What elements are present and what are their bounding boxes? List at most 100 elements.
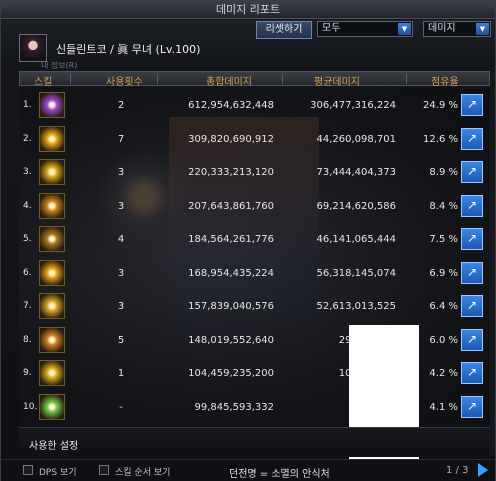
dungeon-name: 던전명 = 소멸의 안식처 — [229, 469, 330, 480]
filter-dropdown-value: 모두 — [322, 23, 341, 34]
chevron-down-icon: ▼ — [398, 23, 411, 35]
skill-icon — [39, 393, 65, 420]
table-row: 1. 2 612,954,632,448 306,477,316,224 24.9 % ↗ — [19, 90, 490, 121]
column-skill: 스킬 — [34, 77, 53, 88]
row-rank: 5. — [23, 234, 32, 244]
column-divider — [282, 74, 283, 84]
page-indicator: 1 / 3 — [446, 465, 469, 476]
row-avg-damage: 69,214,620,586 — [316, 200, 396, 212]
row-total-damage: 207,643,861,760 — [188, 200, 274, 212]
share-icon[interactable]: ↗ — [461, 362, 483, 384]
row-share: 6.4 % — [429, 301, 458, 312]
sort-dropdown[interactable]: 데미지 ▼ — [423, 21, 491, 37]
chevron-down-icon: ▼ — [476, 23, 489, 35]
column-share: 점유율 — [431, 77, 459, 88]
table-row: 4. 3 207,643,861,760 69,214,620,586 8.4 % ↗ — [19, 191, 490, 222]
column-divider — [157, 74, 158, 84]
row-total-damage: 612,954,632,448 — [188, 100, 274, 111]
damage-report-window: 데미지 리포트 신들린트코 / 眞 무녀 (Lv.100) 내 정보(R) 리셋… — [0, 0, 496, 481]
row-count: 3 — [117, 301, 125, 312]
skill-icon — [39, 326, 65, 353]
row-share: 8.4 % — [429, 200, 458, 212]
row-rank: 6. — [23, 267, 32, 278]
character-subtitle: 내 정보(R) — [41, 61, 78, 70]
sort-dropdown-value: 데미지 — [428, 23, 456, 34]
row-share: 7.5 % — [429, 234, 458, 245]
row-avg-damage: 73,444,404,373 — [316, 167, 396, 178]
row-total-damage: 157,839,040,576 — [188, 301, 274, 312]
share-icon[interactable]: ↗ — [461, 161, 483, 183]
character-header: 신들린트코 / 眞 무녀 (Lv.100) 내 정보(R) — [1, 20, 495, 70]
character-name: 신들린트코 / 眞 무녀 (Lv.100) — [56, 43, 201, 56]
table-header: 스킬 사용횟수 총합데미지 평균데미지 점유율 — [19, 71, 490, 88]
row-count: 3 — [117, 200, 125, 212]
share-icon[interactable]: ↗ — [461, 127, 483, 150]
row-share: 12.6 % — [423, 133, 458, 145]
damage-table: 1. 2 612,954,632,448 306,477,316,224 24.9 % ↗… — [19, 87, 490, 426]
filter-dropdown[interactable]: 모두 ▼ — [317, 21, 413, 37]
skill-icon — [39, 92, 65, 118]
row-total-damage: 184,564,261,776 — [188, 234, 274, 245]
table-row: 9.1104,459,235,200104,459,234.2 %↗ — [19, 358, 490, 389]
row-count: 4 — [117, 234, 125, 245]
row-rank: 10. — [23, 401, 38, 412]
row-share: 8.9 % — [429, 167, 458, 178]
skill-icon — [39, 125, 65, 152]
skill-icon — [39, 226, 65, 252]
row-share: 6.0 % — [429, 334, 458, 346]
skill-icon — [39, 159, 65, 185]
share-icon[interactable]: ↗ — [461, 194, 483, 217]
column-total: 총합데미지 — [206, 77, 252, 88]
row-rank: 8. — [23, 334, 32, 345]
scrollbar[interactable] — [490, 71, 495, 456]
settings-bar: 사용한 설정 — [19, 427, 490, 457]
row-rank: 9. — [23, 368, 32, 378]
row-rank: 4. — [23, 200, 32, 211]
column-count: 사용횟수 — [106, 77, 143, 88]
table-row: 3. 3 220,333,213,120 73,444,404,373 8.9 % ↗ — [19, 157, 490, 188]
row-count: 7 — [117, 133, 125, 145]
row-count: 5 — [117, 334, 125, 346]
row-rank: 3. — [23, 167, 32, 177]
skill-icon — [39, 293, 65, 319]
share-icon[interactable]: ↗ — [461, 395, 483, 418]
character-avatar — [19, 34, 47, 62]
row-share: 24.9 % — [423, 100, 458, 111]
next-page-icon[interactable] — [478, 463, 488, 477]
row-total-damage: 99,845,593,332 — [194, 401, 274, 413]
share-icon[interactable]: ↗ — [461, 228, 483, 250]
footer-bar: DPS 보기 스킬 순서 보기 던전명 = 소멸의 안식처 1 / 3 — [1, 459, 495, 481]
row-count: - — [119, 401, 123, 413]
share-icon[interactable]: ↗ — [461, 295, 483, 317]
skill-icon — [39, 192, 65, 219]
table-row: 10.-99,845,593,332-4.1 %↗ — [19, 392, 490, 423]
row-rank: 7. — [23, 301, 32, 311]
row-count: 2 — [117, 100, 125, 111]
row-rank: 2. — [23, 133, 32, 144]
row-avg-damage: 52,613,013,525 — [316, 301, 396, 312]
share-icon[interactable]: ↗ — [461, 261, 483, 284]
row-total-damage: 148,019,552,640 — [188, 334, 274, 346]
row-rank: 1. — [23, 100, 32, 110]
table-row: 2. 7 309,820,690,912 44,260,098,701 12.6 % ↗ — [19, 124, 490, 155]
share-icon[interactable]: ↗ — [461, 94, 483, 116]
row-avg-damage: 46,141,065,444 — [316, 234, 396, 245]
dps-view-label: DPS 보기 — [39, 468, 77, 478]
table-row: 8.5148,019,552,64029,603,9106.0 %↗ — [19, 325, 490, 356]
row-count: 1 — [117, 368, 125, 379]
column-divider — [406, 74, 407, 84]
reset-button[interactable]: 리셋하기 — [256, 21, 312, 39]
table-row: 5. 4 184,564,261,776 46,141,065,444 7.5 % ↗ — [19, 224, 490, 255]
column-divider — [70, 74, 71, 84]
window-title: 데미지 리포트 — [1, 1, 495, 19]
row-share: 4.1 % — [429, 401, 458, 413]
skill-order-checkbox[interactable] — [99, 465, 109, 475]
row-avg-damage: 56,318,145,074 — [316, 267, 396, 279]
dps-view-checkbox[interactable] — [23, 465, 33, 475]
skill-icon — [39, 259, 65, 286]
row-total-damage: 104,459,235,200 — [188, 368, 274, 379]
row-avg-damage: 306,477,316,224 — [310, 100, 396, 111]
row-share: 4.2 % — [429, 368, 458, 379]
share-icon[interactable]: ↗ — [461, 328, 483, 351]
table-row: 7. 3 157,839,040,576 52,613,013,525 6.4 % ↗ — [19, 291, 490, 322]
